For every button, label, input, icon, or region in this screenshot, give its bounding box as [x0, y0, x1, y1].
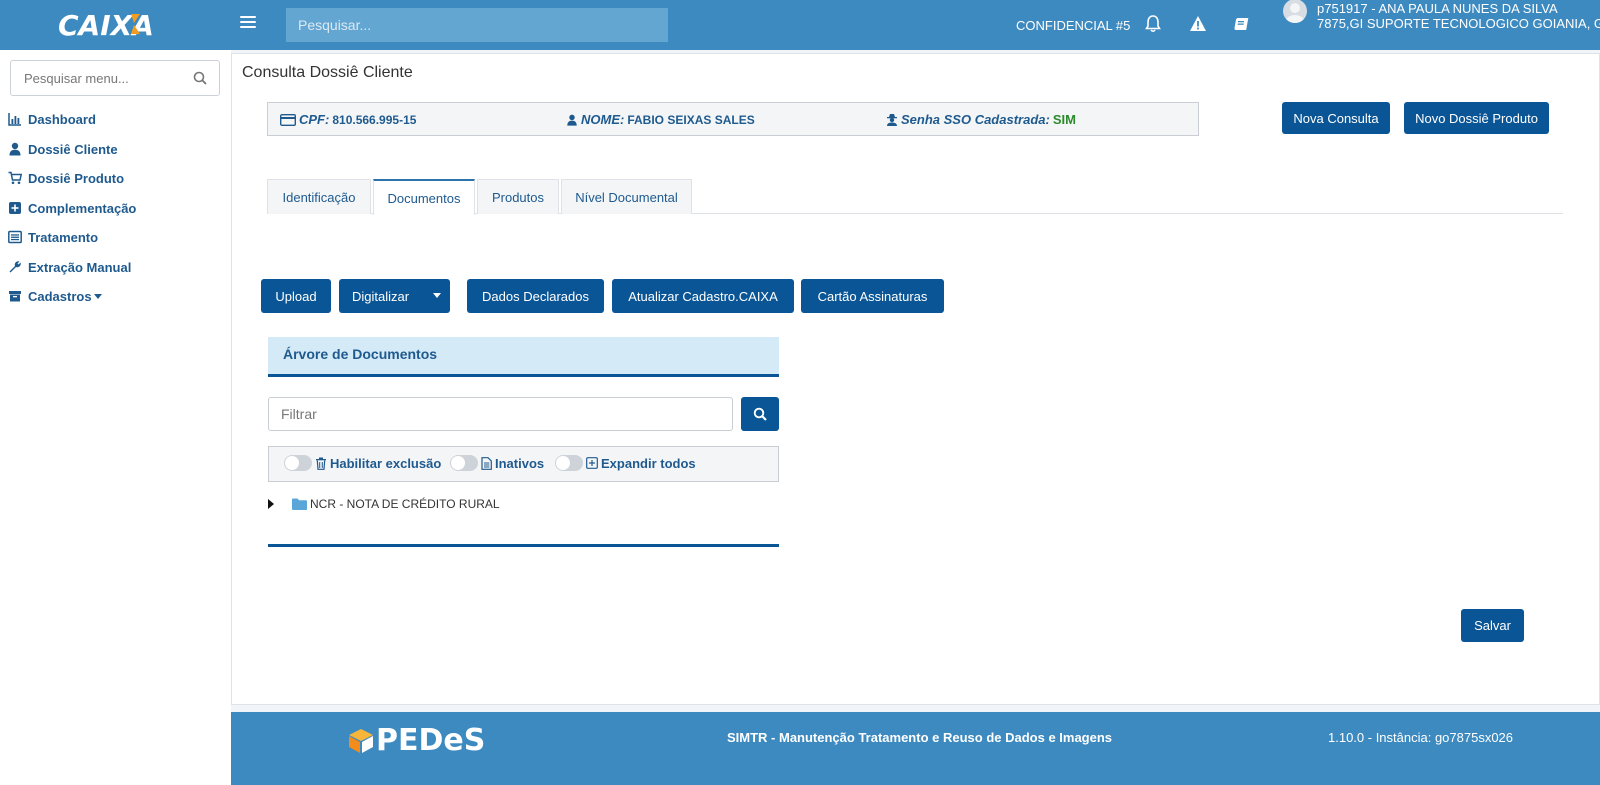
user-avatar-icon [1286, 3, 1304, 23]
chevron-down-icon [93, 293, 102, 299]
sidebar-item-label: Extração Manual [28, 259, 132, 275]
tab-documentos[interactable]: Documentos [373, 179, 475, 215]
sidebar-item-dossie-produto[interactable]: Dossiê Produto [8, 168, 124, 188]
cpf-info: CPF: 810.566.995-15 [280, 112, 416, 127]
inativos-label: Inativos [495, 455, 545, 471]
novo-dossie-produto-button[interactable]: Novo Dossiê Produto [1404, 102, 1549, 134]
tree-bottom-divider [268, 544, 779, 547]
dados-declarados-button[interactable]: Dados Declarados [467, 279, 604, 313]
tree-filter-button[interactable] [741, 397, 779, 431]
nome-label: NOME: [581, 112, 625, 127]
senha-sso-label: Senha SSO Cadastrada: [901, 112, 1050, 127]
nome-value: FABIO SEIXAS SALES [627, 112, 755, 127]
digitalizar-label: Digitalizar [352, 288, 410, 304]
sidebar-item-dossie-cliente[interactable]: Dossiê Cliente [8, 139, 118, 159]
menu-search [10, 60, 220, 96]
senha-sso-value: SIM [1052, 112, 1076, 127]
toggle-switch[interactable] [450, 455, 478, 471]
bell-icon[interactable] [1144, 14, 1162, 34]
main-panel: Consulta Dossiê Cliente CPF: 810.566.995… [231, 53, 1600, 705]
user-icon [9, 142, 21, 156]
top-bar: CAIXA CONFIDENCIAL #5 p751917 - ANA PAUL… [0, 0, 1600, 50]
footer: PEDeS SIMTR - Manutenção Tratamento e Re… [231, 712, 1600, 785]
cartao-assinaturas-button[interactable]: Cartão Assinaturas [801, 279, 944, 313]
cpf-label: CPF: [299, 112, 330, 127]
plus-square-icon [586, 457, 598, 469]
archive-icon [9, 291, 21, 302]
cart-icon [8, 171, 22, 185]
page-title: Consulta Dossiê Cliente [242, 64, 413, 81]
upload-button[interactable]: Upload [261, 279, 331, 313]
list-icon [8, 230, 22, 244]
caret-right-icon[interactable] [268, 499, 274, 509]
sidebar: Dashboard Dossiê Cliente Dossiê Produto … [0, 50, 231, 785]
pedes-logo: PEDeS [348, 723, 485, 758]
document-icon [481, 456, 492, 470]
warning-icon[interactable] [1189, 14, 1207, 34]
sidebar-item-tratamento[interactable]: Tratamento [8, 227, 98, 247]
sidebar-item-extracao-manual[interactable]: Extração Manual [8, 257, 131, 277]
avatar[interactable] [1283, 0, 1307, 23]
bar-chart-icon [8, 113, 21, 126]
search-icon[interactable] [193, 71, 207, 85]
book-icon[interactable] [1232, 14, 1250, 34]
chevron-down-icon[interactable] [433, 293, 441, 298]
tab-identificacao[interactable]: Identificação [267, 179, 371, 214]
pedes-logo-text: PEDeS [376, 723, 486, 758]
tree-node[interactable]: NCR - NOTA DE CRÉDITO RURAL [268, 497, 500, 511]
menu-search-input[interactable] [11, 61, 181, 95]
tab-nivel-documental[interactable]: Nível Documental [561, 179, 692, 214]
expandir-todos-label: Expandir todos [601, 455, 696, 471]
nova-consulta-button[interactable]: Nova Consulta [1282, 102, 1390, 134]
toggle-switch[interactable] [555, 455, 583, 471]
sidebar-item-label: Dossiê Cliente [28, 141, 118, 157]
client-info-box: CPF: 810.566.995-15 NOME: FABIO SEIXAS S… [267, 102, 1199, 136]
user-name[interactable]: p751917 - ANA PAULA NUNES DA SILVA [1317, 1, 1558, 16]
user-unit: 7875,GI SUPORTE TECNOLOGICO GOIANIA, GO [1317, 16, 1600, 31]
sidebar-item-cadastros[interactable]: Cadastros [8, 286, 102, 306]
tab-produtos[interactable]: Produtos [477, 179, 559, 214]
senha-sso-info: Senha SSO Cadastrada: SIM [886, 112, 1076, 127]
tree-filter-input[interactable] [268, 397, 733, 431]
global-search-input[interactable] [286, 8, 668, 42]
version-info: 1.10.0 - Instância: go7875sx026 [1328, 730, 1514, 745]
sidebar-item-complementacao[interactable]: Complementação [8, 198, 136, 218]
atualizar-cadastro-button[interactable]: Atualizar Cadastro.CAIXA [612, 279, 794, 313]
toggle-switch[interactable] [284, 455, 312, 471]
menu-icon[interactable] [240, 16, 256, 30]
sidebar-item-label: Dossiê Produto [28, 170, 125, 186]
caixa-logo[interactable]: CAIXA [58, 7, 173, 41]
salvar-button[interactable]: Salvar [1461, 609, 1524, 642]
inativos-toggle[interactable]: Inativos [450, 455, 544, 471]
expandir-todos-toggle[interactable]: Expandir todos [555, 455, 696, 471]
folder-icon [292, 498, 307, 510]
sidebar-item-label: Dashboard [28, 111, 96, 127]
cpf-value: 810.566.995-15 [332, 112, 417, 127]
sidebar-item-label: Cadastros [28, 288, 92, 304]
tree-node-label: NCR - NOTA DE CRÉDITO RURAL [310, 497, 500, 511]
tree-options-bar: Habilitar exclusão Inativos Expandir tod… [268, 446, 779, 482]
sidebar-item-label: Complementação [28, 200, 137, 216]
credit-card-icon [280, 113, 296, 126]
document-tree-header: Árvore de Documentos [268, 337, 779, 377]
habilitar-exclusao-toggle[interactable]: Habilitar exclusão [284, 455, 441, 471]
confidential-label: CONFIDENCIAL #5 [1016, 18, 1131, 33]
user-icon [567, 114, 577, 126]
sidebar-item-label: Tratamento [28, 229, 99, 245]
pedes-cube-icon [349, 728, 373, 753]
nome-info: NOME: FABIO SEIXAS SALES [566, 112, 755, 127]
plus-square-icon [9, 202, 21, 214]
sidebar-item-dashboard[interactable]: Dashboard [8, 109, 96, 129]
trash-icon [316, 457, 326, 470]
search-icon [753, 407, 767, 421]
caixa-logo-text: CAIXA [58, 9, 154, 41]
wrench-icon [9, 261, 21, 273]
habilitar-exclusao-label: Habilitar exclusão [330, 455, 442, 471]
digitalizar-button[interactable]: Digitalizar [339, 279, 450, 313]
system-name: SIMTR - Manutenção Tratamento e Reuso de… [727, 730, 1113, 745]
user-secret-icon [887, 114, 897, 126]
